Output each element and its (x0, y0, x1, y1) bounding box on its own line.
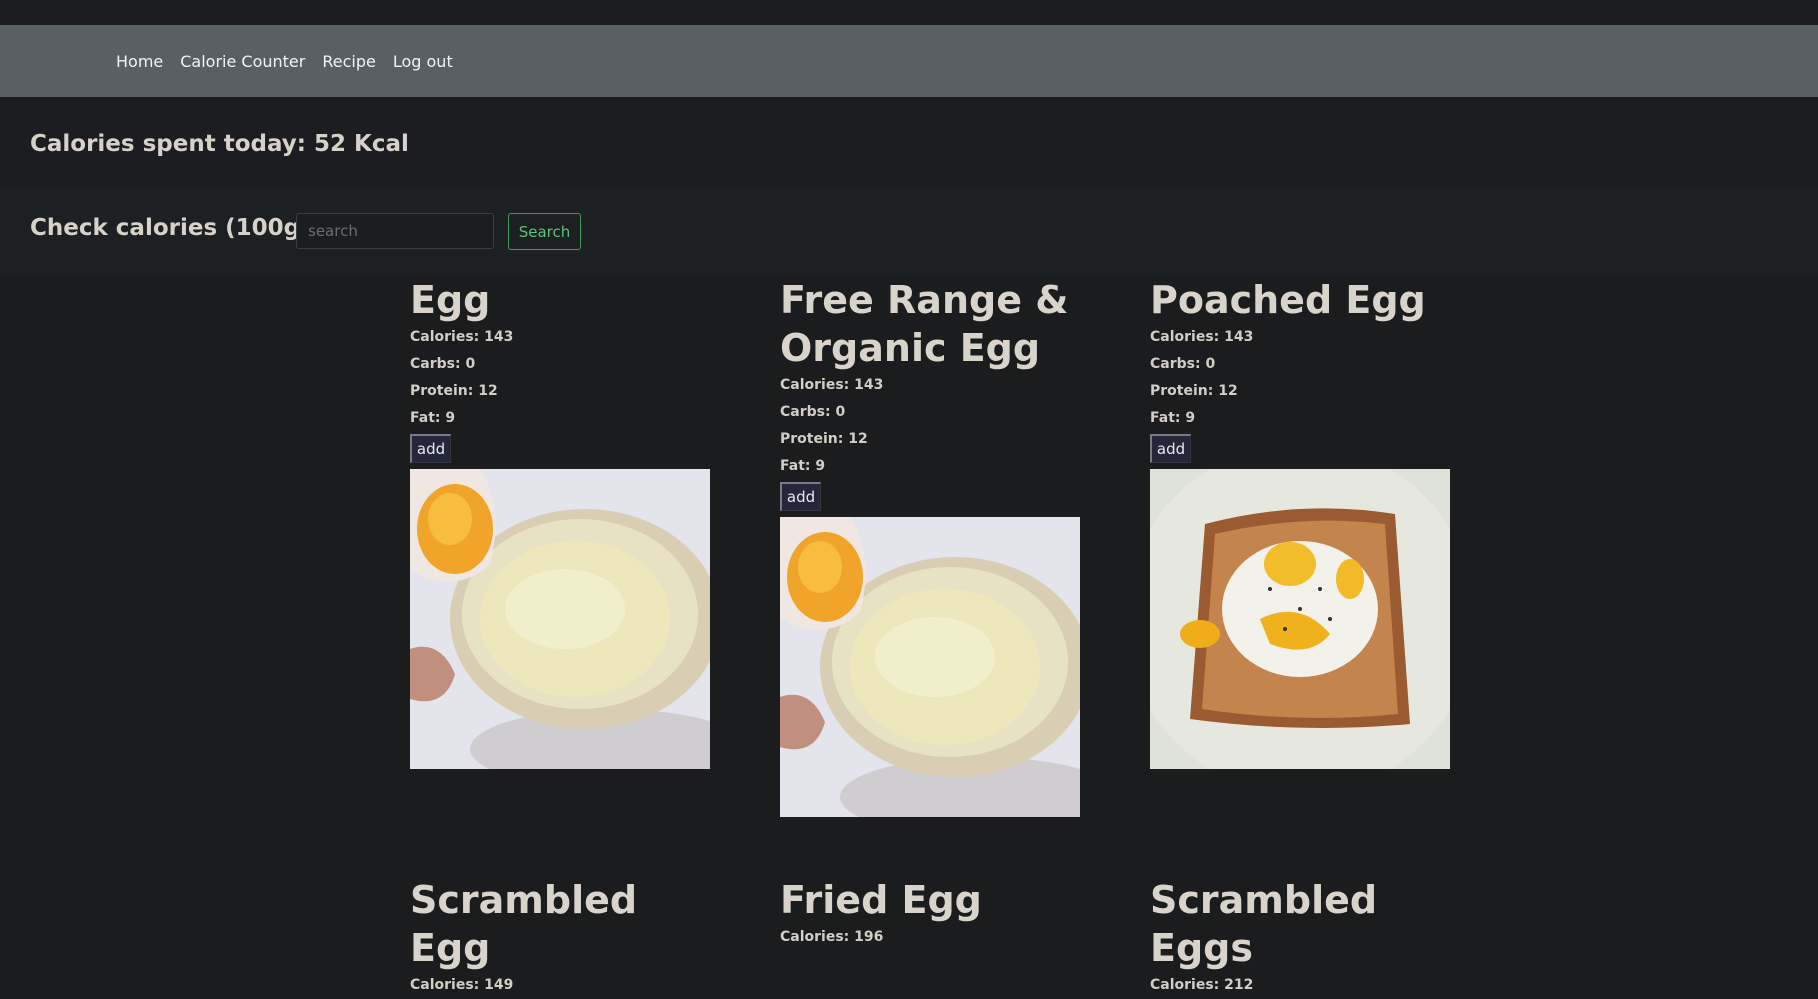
food-carbs: Carbs: 0 (780, 404, 846, 420)
food-card: Scrambled Eggs Calories: 212 (1150, 876, 1460, 999)
food-title: Scrambled Egg (410, 878, 638, 970)
navbar: Home Calorie Counter Recipe Log out (0, 25, 1818, 97)
food-fat: Fat: 9 (780, 458, 826, 474)
food-calories: Calories: 143 (780, 377, 884, 393)
food-fat: Fat: 9 (410, 410, 456, 426)
food-title: Scrambled Eggs (1150, 878, 1378, 970)
search-label: Check calories (100g): (30, 215, 320, 241)
calories-spent-text: Calories spent today: 52 Kcal (30, 131, 409, 157)
food-card: Scrambled Egg Calories: 149 (410, 876, 720, 999)
food-card: Poached Egg Calories: 143 Carbs: 0 Prote… (1150, 276, 1460, 769)
food-fat: Fat: 9 (1150, 410, 1196, 426)
food-card: Free Range & Organic Egg Calories: 143 C… (780, 276, 1090, 817)
food-calories: Calories: 149 (410, 977, 514, 993)
add-button[interactable]: add (780, 482, 821, 511)
food-calories: Calories: 143 (410, 329, 514, 345)
food-calories: Calories: 212 (1150, 977, 1254, 993)
nav-home-link[interactable]: Home (116, 52, 163, 71)
nav-links: Home Calorie Counter Recipe Log out (116, 25, 453, 97)
food-image-poached-egg-toast (1150, 469, 1450, 769)
food-calories: Calories: 196 (780, 929, 884, 945)
food-image-cracked-egg-bowl (410, 469, 710, 769)
food-carbs: Carbs: 0 (1150, 356, 1216, 372)
food-title: Free Range & Organic Egg (780, 278, 1069, 370)
food-image-cracked-egg-bowl (780, 517, 1080, 817)
nav-calorie-counter-link[interactable]: Calorie Counter (180, 52, 305, 71)
food-carbs: Carbs: 0 (410, 356, 476, 372)
nav-logout-link[interactable]: Log out (393, 52, 453, 71)
search-input[interactable] (296, 213, 494, 249)
food-title: Egg (410, 278, 491, 322)
search-button[interactable]: Search (508, 213, 581, 250)
food-title: Poached Egg (1150, 278, 1426, 322)
food-protein: Protein: 12 (780, 431, 868, 447)
add-button[interactable]: add (410, 434, 451, 463)
top-strip (0, 0, 1818, 25)
food-card: Fried Egg Calories: 196 (780, 876, 1090, 951)
food-title: Fried Egg (780, 878, 982, 922)
calorie-search-bar: Check calories (100g): Search (0, 189, 1818, 275)
calories-summary: Calories spent today: 52 Kcal (0, 97, 1818, 189)
food-card: Egg Calories: 143 Carbs: 0 Protein: 12 F… (410, 276, 720, 769)
food-protein: Protein: 12 (410, 383, 498, 399)
food-calories: Calories: 143 (1150, 329, 1254, 345)
nav-recipe-link[interactable]: Recipe (322, 52, 375, 71)
add-button[interactable]: add (1150, 434, 1191, 463)
food-protein: Protein: 12 (1150, 383, 1238, 399)
